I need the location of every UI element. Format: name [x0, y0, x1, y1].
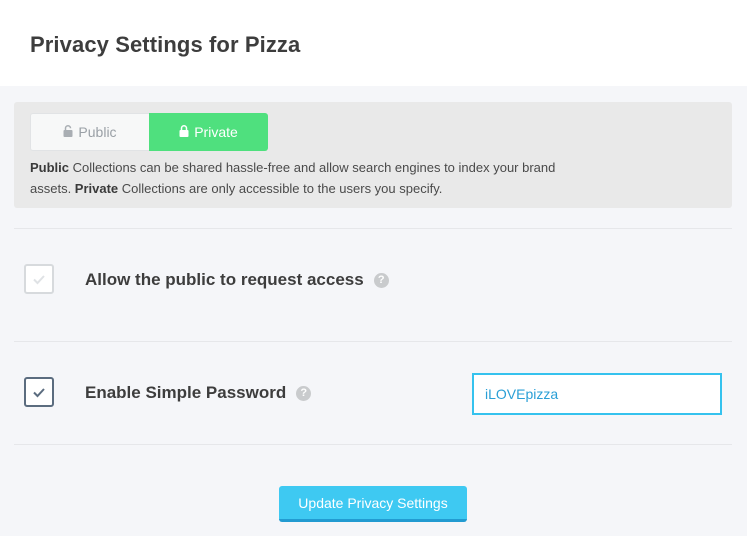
- private-description: Collections are only accessible to the u…: [118, 181, 443, 196]
- divider: [14, 228, 732, 229]
- divider: [14, 341, 732, 342]
- request-access-label: Allow the public to request access: [85, 270, 364, 289]
- help-icon[interactable]: ?: [373, 272, 389, 288]
- public-toggle-label: Public: [78, 124, 117, 140]
- simple-password-option: Enable Simple Password ?: [85, 383, 312, 403]
- private-keyword: Private: [74, 181, 119, 196]
- page-title: Privacy Settings for Pizza: [30, 32, 301, 57]
- header: Privacy Settings for Pizza: [0, 0, 747, 86]
- check-icon: [33, 274, 45, 284]
- lock-icon: [179, 125, 189, 137]
- update-privacy-settings-button[interactable]: Update Privacy Settings: [279, 486, 467, 522]
- request-access-option: Allow the public to request access ?: [85, 270, 389, 290]
- simple-password-checkbox[interactable]: [24, 377, 54, 407]
- private-toggle-button[interactable]: Private: [149, 113, 268, 151]
- check-icon: [33, 387, 45, 397]
- request-access-checkbox[interactable]: [24, 264, 54, 294]
- password-input[interactable]: [472, 373, 722, 415]
- privacy-description: Public Collections can be shared hassle-…: [30, 157, 590, 199]
- privacy-panel: Public Private Public Collections can be…: [14, 102, 732, 208]
- simple-password-label: Enable Simple Password: [85, 383, 287, 402]
- public-keyword: Public: [30, 160, 70, 175]
- privacy-toggle: Public Private: [30, 113, 268, 151]
- public-toggle-button[interactable]: Public: [30, 113, 149, 151]
- divider: [14, 444, 732, 445]
- lock-icon: [63, 125, 73, 137]
- private-toggle-label: Private: [194, 124, 238, 140]
- help-icon[interactable]: ?: [296, 385, 312, 401]
